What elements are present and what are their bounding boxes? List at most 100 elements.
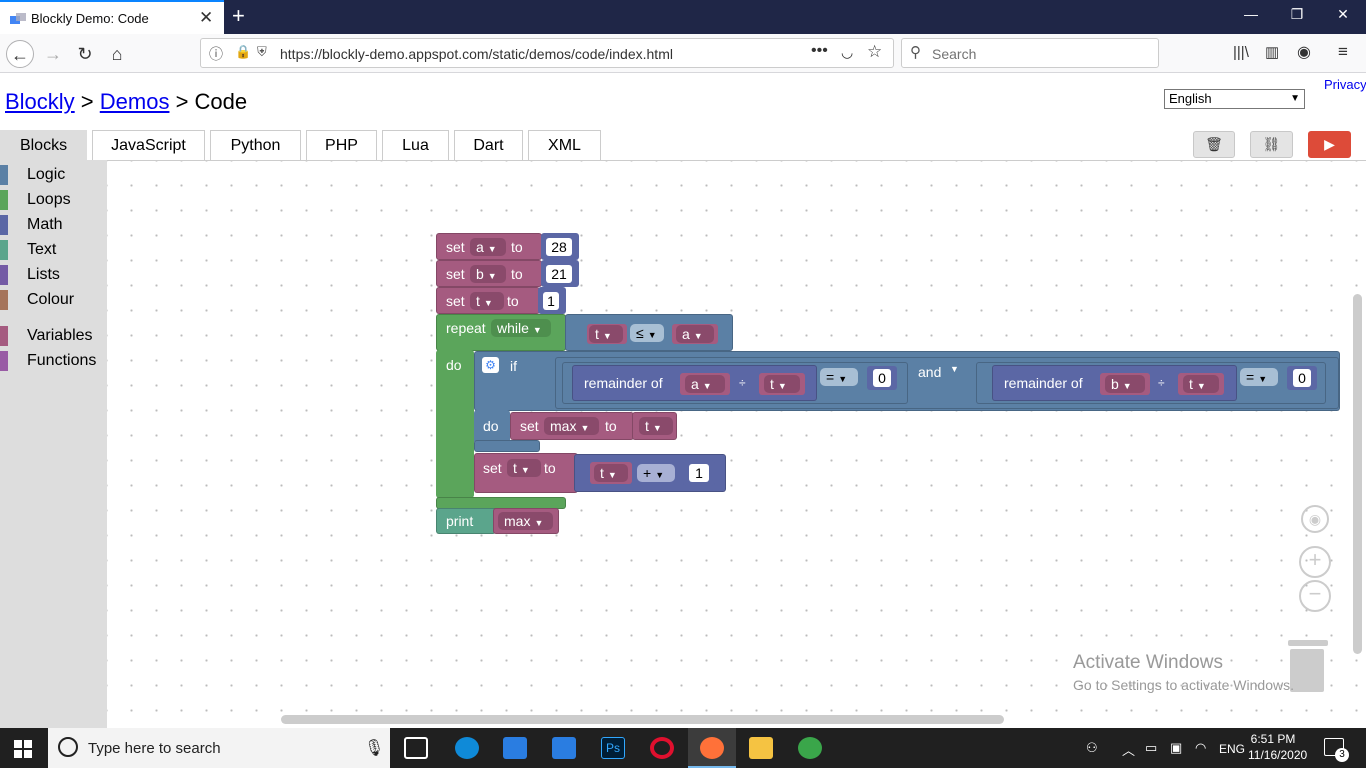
toolbox-item-functions[interactable]: Functions	[0, 349, 107, 373]
variable-dropdown[interactable]: a ▼	[685, 375, 725, 393]
reload-icon[interactable]: ↻	[71, 40, 99, 68]
toolbox-item-variables[interactable]: Variables	[0, 324, 107, 348]
operator: +	[643, 465, 652, 481]
toolbox-item-lists[interactable]: Lists	[0, 263, 107, 287]
library-icon[interactable]: |||\	[1233, 44, 1249, 61]
variable-dropdown[interactable]: a ▼	[676, 325, 714, 343]
taskbar-search-box[interactable]: Type here to search 🎙	[48, 728, 390, 768]
show-hidden-icons-icon[interactable]: ︿	[1122, 740, 1135, 759]
variable-name: t	[1189, 376, 1193, 392]
wifi-icon[interactable]: ◠	[1195, 740, 1206, 756]
variable-dropdown[interactable]: max ▼	[498, 512, 553, 530]
tab-dart[interactable]: Dart	[454, 130, 523, 160]
restore-icon[interactable]: ❐	[1282, 6, 1312, 23]
battery-icon[interactable]: ▭	[1145, 740, 1157, 756]
link-button[interactable]: ⛓	[1250, 131, 1293, 158]
tab-php[interactable]: PHP	[306, 130, 377, 160]
run-button[interactable]: ▶	[1308, 131, 1351, 158]
tab-python[interactable]: Python	[210, 130, 301, 160]
opera-icon[interactable]	[650, 737, 674, 759]
variable-dropdown[interactable]: t ▼	[589, 325, 623, 343]
close-window-icon[interactable]: ✕	[1328, 6, 1358, 23]
tab-xml[interactable]: XML	[528, 130, 601, 160]
new-tab-icon[interactable]: +	[232, 3, 245, 29]
file-explorer-icon[interactable]	[749, 737, 773, 759]
variable-dropdown[interactable]: t ▼	[639, 417, 673, 435]
blockly-workspace[interactable]	[107, 160, 1366, 728]
lock-icon[interactable]: 🔒	[235, 44, 251, 60]
variable-dropdown[interactable]: t ▼	[764, 375, 800, 393]
horizontal-scrollbar[interactable]	[281, 715, 1004, 724]
recenter-icon[interactable]: ◉	[1301, 505, 1329, 533]
account-icon[interactable]: ◉	[1297, 42, 1311, 62]
vertical-scrollbar[interactable]	[1353, 294, 1362, 654]
toolbox-item-logic[interactable]: Logic	[0, 163, 107, 187]
info-icon[interactable]: ⓘ	[209, 44, 223, 64]
firefox-icon[interactable]	[700, 737, 724, 759]
toolbox-item-text[interactable]: Text	[0, 238, 107, 262]
number-field[interactable]: 28	[546, 238, 572, 256]
tab-lua[interactable]: Lua	[382, 130, 449, 160]
tab-blocks[interactable]: Blocks	[0, 130, 87, 160]
repeat-mode-dropdown[interactable]: while ▼	[491, 319, 551, 337]
bookmark-star-icon[interactable]: ☆	[867, 42, 882, 62]
tab-close-icon[interactable]: ✕	[199, 8, 213, 28]
edge-icon[interactable]	[455, 737, 479, 759]
variable-dropdown[interactable]: b ▼	[470, 265, 506, 283]
permissions-icon[interactable]: ⛨	[257, 44, 267, 60]
tab-javascript[interactable]: JavaScript	[92, 130, 205, 160]
variable-dropdown[interactable]: t ▼	[1183, 375, 1219, 393]
windows-start-icon[interactable]	[14, 740, 32, 758]
back-icon[interactable]: ←	[6, 40, 34, 68]
variable-dropdown[interactable]: t ▼	[594, 464, 628, 482]
toolbox-item-math[interactable]: Math	[0, 213, 107, 237]
number-field[interactable]: 1	[543, 292, 559, 310]
language-select[interactable]: English ▼	[1164, 89, 1305, 109]
people-icon[interactable]: ⚇	[1086, 740, 1098, 756]
operator-dropdown[interactable]: = ▼	[1240, 368, 1278, 386]
network-app-icon[interactable]	[798, 737, 822, 759]
pocket-icon[interactable]: ◡	[841, 44, 853, 61]
minimize-icon[interactable]: —	[1236, 6, 1266, 22]
number-field[interactable]: 0	[1293, 369, 1311, 387]
number-field[interactable]: 0	[873, 369, 891, 387]
breadcrumb-demos-link[interactable]: Demos	[100, 89, 170, 114]
page-actions-icon[interactable]: •••	[811, 42, 828, 60]
zoom-out-icon[interactable]: −	[1299, 580, 1331, 612]
sidebar-icon[interactable]: ▥	[1265, 43, 1279, 61]
privacy-link[interactable]: Privacy	[1324, 77, 1366, 92]
url-bar[interactable]: ⓘ 🔒 ⛨ https://blockly-demo.appspot.com/s…	[200, 38, 894, 68]
variable-dropdown[interactable]: a ▼	[470, 238, 506, 256]
photoshop-icon[interactable]: Ps	[601, 737, 625, 759]
operator-dropdown[interactable]: = ▼	[820, 368, 858, 386]
home-icon[interactable]: ⌂	[103, 40, 131, 68]
variable-dropdown[interactable]: b ▼	[1105, 375, 1145, 393]
store-icon[interactable]	[503, 737, 527, 759]
network-icon[interactable]: ▣	[1170, 740, 1182, 756]
trash-button[interactable]: 🗑	[1193, 131, 1235, 158]
mail-icon[interactable]	[552, 737, 576, 759]
chevron-down-icon: ▼	[602, 331, 612, 341]
operator-dropdown[interactable]: ≤ ▼	[630, 324, 664, 342]
search-box[interactable]: ⚲ Search	[901, 38, 1159, 68]
forward-icon[interactable]: →	[39, 40, 67, 68]
variable-dropdown[interactable]: t ▼	[507, 459, 541, 477]
toolbox-item-loops[interactable]: Loops	[0, 188, 107, 212]
browser-tab[interactable]: Blockly Demo: Code ✕	[0, 0, 224, 34]
variable-name: t	[513, 460, 517, 476]
system-clock[interactable]: 6:51 PM 11/16/2020	[1248, 731, 1307, 763]
toolbox-item-colour[interactable]: Colour	[0, 288, 107, 312]
mutator-gear-icon[interactable]: ⚙	[482, 357, 499, 373]
zoom-in-icon[interactable]: +	[1299, 546, 1331, 578]
language-indicator[interactable]: ENG	[1219, 742, 1245, 756]
microphone-icon[interactable]: 🎙	[364, 738, 384, 758]
toolbox-label: Variables	[27, 327, 93, 344]
menu-icon[interactable]: ≡	[1338, 42, 1348, 62]
breadcrumb-blockly-link[interactable]: Blockly	[5, 89, 75, 114]
number-field[interactable]: 21	[546, 265, 572, 283]
variable-dropdown[interactable]: max ▼	[544, 417, 599, 435]
operator-dropdown[interactable]: + ▼	[637, 464, 675, 482]
variable-dropdown[interactable]: t ▼	[470, 292, 504, 310]
number-field[interactable]: 1	[689, 464, 709, 482]
task-view-icon[interactable]	[404, 737, 428, 759]
